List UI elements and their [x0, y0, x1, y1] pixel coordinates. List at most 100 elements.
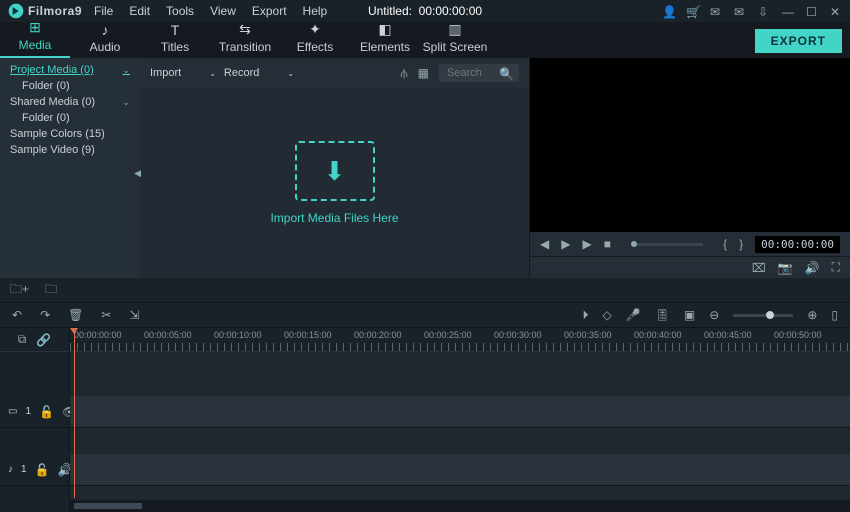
main-menu: File Edit Tools View Export Help — [94, 4, 327, 18]
menu-export[interactable]: Export — [252, 4, 287, 18]
seek-bar[interactable] — [631, 243, 703, 246]
menu-view[interactable]: View — [210, 4, 236, 18]
record-dropdown[interactable]: Record⌄ — [224, 67, 294, 79]
mark-out-icon[interactable]: } — [739, 237, 743, 251]
tab-elements[interactable]: ◧Elements — [350, 21, 420, 58]
ruler-label: 00:00:10:00 — [214, 330, 262, 340]
splitscreen-icon: ▥ — [420, 21, 490, 38]
snap-icon[interactable]: ▣ — [684, 308, 695, 322]
zoom-fit-button[interactable]: ▯ — [831, 308, 838, 322]
play-button[interactable]: ▶ — [561, 237, 570, 251]
record-label: Record — [224, 67, 259, 79]
sidebar-item-sample-colors[interactable]: Sample Colors (15) — [0, 126, 140, 142]
download-arrow-icon: ⬇ — [324, 156, 346, 187]
timeline-track-headers: ⧉ 🔗 ▭ 1 🔓 👁 ♪ 1 🔓 🔊 — [0, 328, 70, 512]
message-icon[interactable]: ✉ — [734, 5, 746, 17]
delete-button[interactable]: 🗑 — [68, 308, 83, 322]
sidebar-item-project-media[interactable]: Project Media (0)⌄ — [0, 62, 140, 78]
menu-help[interactable]: Help — [303, 4, 328, 18]
zoom-slider[interactable] — [733, 314, 793, 317]
tab-audio-label: Audio — [90, 40, 121, 54]
logo-icon — [8, 3, 24, 19]
window-title: Untitled: 00:00:00:00 — [368, 4, 482, 18]
split-button[interactable]: ✂ — [101, 308, 111, 322]
volume-icon[interactable]: 🔊 — [805, 261, 820, 275]
voiceover-icon[interactable]: 🎤 — [626, 308, 641, 322]
lock-icon[interactable]: 🔓 — [39, 405, 54, 419]
ruler-label: 00:00:30:00 — [494, 330, 542, 340]
sidebar-item-sample-video[interactable]: Sample Video (9) — [0, 142, 140, 158]
grid-view-icon[interactable]: ▦ — [418, 66, 429, 80]
tab-titles[interactable]: TTitles — [140, 22, 210, 58]
mixer-icon[interactable]: 🎚 — [655, 308, 670, 322]
tab-transition[interactable]: ⇆Transition — [210, 21, 280, 58]
mark-in-icon[interactable]: { — [723, 237, 727, 251]
app-name: Filmora9 — [28, 4, 82, 18]
sidebar-label: Sample Colors (15) — [10, 128, 105, 140]
menu-tools[interactable]: Tools — [166, 4, 194, 18]
new-folder-icon[interactable]: 🗀+ — [10, 280, 29, 301]
tab-splitscreen[interactable]: ▥Split Screen — [420, 21, 490, 58]
close-button[interactable]: ✕ — [830, 5, 842, 17]
quality-icon[interactable]: ⌧ — [752, 261, 766, 275]
undo-button[interactable]: ↶ — [12, 308, 22, 322]
prev-frame-button[interactable]: ◀ — [540, 237, 549, 251]
audio-track-header[interactable]: ♪ 1 🔓 🔊 — [0, 454, 69, 486]
notify-icon[interactable]: ✉ — [710, 5, 722, 17]
import-dropzone[interactable]: ⬇ — [295, 141, 375, 201]
redo-button[interactable]: ↷ — [40, 308, 50, 322]
search-icon[interactable]: 🔍 — [499, 67, 514, 81]
video-track[interactable] — [70, 396, 850, 428]
timeline-ruler[interactable]: 00:00:00:00 00:00:05:00 00:00:10:00 00:0… — [70, 328, 850, 352]
ruler-label: 00:00:25:00 — [424, 330, 472, 340]
tab-audio[interactable]: ♪Audio — [70, 22, 140, 58]
ruler-label: 00:00:05:00 — [144, 330, 192, 340]
menu-file[interactable]: File — [94, 4, 113, 18]
elements-icon: ◧ — [350, 21, 420, 38]
export-button[interactable]: EXPORT — [755, 29, 842, 53]
timeline-scrollbar[interactable] — [70, 500, 850, 512]
crop-button[interactable]: ⇲ — [129, 308, 139, 322]
filter-icon[interactable]: ⫛ — [401, 66, 408, 81]
fullscreen-icon[interactable]: ⛶ — [832, 260, 840, 275]
sidebar-item-folder-0a[interactable]: Folder (0) — [0, 78, 140, 94]
lock-icon[interactable]: 🔓 — [35, 463, 50, 477]
scrollbar-thumb[interactable] — [74, 503, 142, 509]
maximize-button[interactable]: ☐ — [806, 5, 818, 17]
chevron-down-icon[interactable]: ⌄ — [122, 97, 130, 108]
menu-edit[interactable]: Edit — [129, 4, 150, 18]
import-dropdown[interactable]: Import⌄ — [150, 67, 216, 79]
sidebar-item-folder-0b[interactable]: Folder (0) — [0, 110, 140, 126]
audio-track-number: 1 — [21, 464, 27, 475]
sidebar-collapse-icon[interactable]: ◀ — [134, 168, 141, 179]
playhead[interactable] — [74, 328, 75, 498]
render-icon[interactable]: ⏵ — [582, 308, 588, 323]
zoom-thumb[interactable] — [766, 311, 774, 319]
next-frame-button[interactable]: ▶ — [582, 237, 591, 251]
snapshot-icon[interactable]: 📷 — [778, 261, 793, 275]
cart-icon[interactable]: 🛒 — [686, 5, 698, 17]
manage-tracks-icon[interactable]: ⧉ — [18, 332, 27, 347]
track-header-spacer — [0, 428, 69, 454]
update-icon[interactable]: ⇩ — [758, 5, 770, 17]
chevron-down-icon[interactable]: ⌄ — [122, 65, 130, 76]
timeline-body[interactable]: 00:00:00:00 00:00:05:00 00:00:10:00 00:0… — [70, 328, 850, 512]
sidebar-item-shared-media[interactable]: Shared Media (0)⌄ — [0, 94, 140, 110]
minimize-button[interactable]: — — [782, 5, 794, 17]
timeline-tracks[interactable] — [70, 352, 850, 498]
zoom-in-button[interactable]: ⊕ — [807, 308, 817, 322]
account-icon[interactable]: 👤 — [662, 5, 674, 17]
timeline-toolbar: ↶ ↷ 🗑 ✂ ⇲ ⏵ ◇ 🎤 🎚 ▣ ⊖ ⊕ ▯ — [0, 302, 850, 328]
marker-icon[interactable]: ◇ — [603, 308, 612, 322]
video-track-header[interactable]: ▭ 1 🔓 👁 — [0, 396, 69, 428]
tab-media[interactable]: ⊞Media — [0, 19, 70, 58]
zoom-out-button[interactable]: ⊖ — [709, 308, 719, 322]
stop-button[interactable]: ■ — [604, 237, 611, 251]
audio-track[interactable] — [70, 454, 850, 486]
seek-thumb[interactable] — [631, 241, 637, 247]
chevron-down-icon: ⌄ — [209, 69, 216, 78]
link-icon[interactable]: 🔗 — [36, 333, 51, 347]
media-footer: 🗀+ 🗀 — [0, 278, 850, 302]
tab-effects[interactable]: ✦Effects — [280, 21, 350, 58]
open-folder-icon[interactable]: 🗀 — [45, 280, 57, 301]
